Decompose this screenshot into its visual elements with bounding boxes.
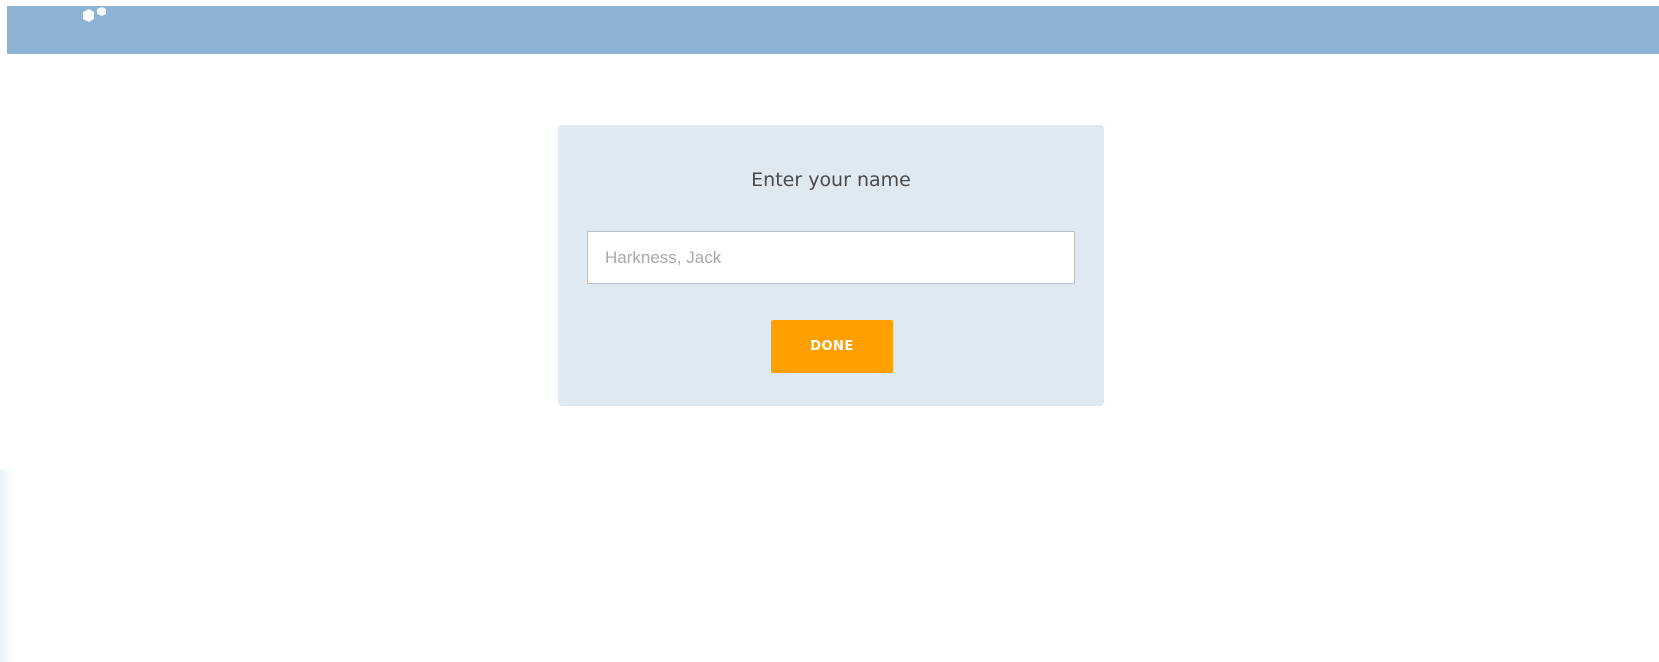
name-input[interactable] (587, 231, 1075, 284)
page: ▀▀▀▀▀▀▀ Enter your name DONE (0, 0, 1659, 662)
hexagon-logo-icon (83, 7, 106, 22)
dialog-title: Enter your name (751, 169, 911, 191)
brand-wordmark: ▀▀▀▀▀▀▀ (764, 6, 922, 20)
left-edge-decoration (0, 470, 14, 662)
name-dialog: Enter your name DONE (558, 125, 1104, 406)
top-bar: ▀▀▀▀▀▀▀ (7, 6, 1659, 54)
done-button[interactable]: DONE (771, 320, 893, 373)
